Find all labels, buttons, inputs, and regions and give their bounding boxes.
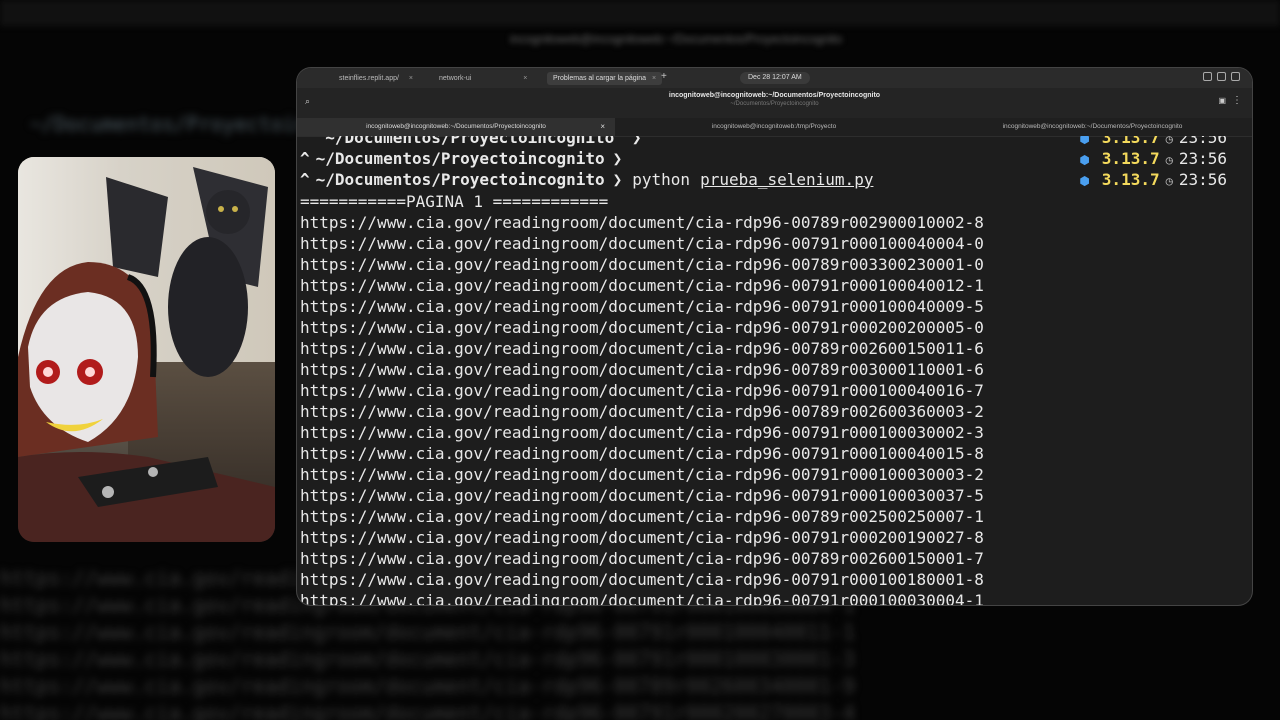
prompt-chevron-icon: ❯ [631,136,642,147]
close-icon[interactable]: × [600,118,605,136]
prompt-line: ^ ~/Documentos/Proyectoincognito ❯ python pr… [300,170,873,190]
terminal-output[interactable]: ^ ~/Documentos/Proyectoincognito ❯ ⬢ 3.13… [297,136,1252,605]
output-url-line[interactable]: https://www.cia.gov/readingroom/document… [300,275,984,296]
terminal-titlebar: ⌕ incognitoweb@incognitoweb:~/Documentos… [297,88,1252,118]
window-subtitle: ~/Documentos/Proyectoincognito [730,101,819,107]
output-url-line[interactable]: https://www.cia.gov/readingroom/document… [300,506,984,527]
output-header: ===========PAGINA 1 ============ [300,192,609,211]
prompt-status: ⬢ 3.13.7 ◷ 23:56 [1079,170,1227,190]
maximize-icon[interactable] [1217,72,1226,81]
system-clock[interactable]: Dec 28 12:07 AM [740,72,810,84]
terminal-tab-label: incognitoweb@incognitoweb:~/Documentos/P… [366,123,546,130]
python-version: 3.13.7 [1101,149,1160,168]
output-url-line[interactable]: https://www.cia.gov/readingroom/document… [300,443,984,464]
output-url-line[interactable]: https://www.cia.gov/readingroom/document… [300,296,984,317]
prompt-arrow-icon: ^ [300,136,310,147]
command-text: python [632,170,691,189]
split-view-icon[interactable]: ▣ [1218,96,1226,105]
prompt-path: ~/Documentos/Proyectoincognito [325,136,615,147]
prompt-status-partial: ⬢ 3.13.7 ◷ 23:56 [1079,136,1227,148]
output-url-line[interactable]: https://www.cia.gov/readingroom/document… [300,317,984,338]
output-url-line[interactable]: https://www.cia.gov/readingroom/document… [300,254,984,275]
clock-icon: ◷ [1165,136,1173,146]
prompt-time: 23:56 [1178,149,1227,168]
output-url-line[interactable]: https://www.cia.gov/readingroom/document… [300,338,984,359]
python-icon: ⬢ [1079,174,1090,188]
python-version: 3.13.7 [1101,170,1160,189]
terminal-tab-label: incognitoweb@incognitoweb:~/Documentos/P… [1002,123,1183,130]
output-url-line[interactable]: https://www.cia.gov/readingroom/document… [300,590,984,605]
browser-tab-label: Problemas al cargar la página [553,75,646,82]
python-version: 3.13.7 [1101,136,1160,147]
background-output-line: https://www.cia.gov/readingroom/document… [0,620,855,644]
window-title: incognitoweb@incognitoweb:~/Documentos/P… [668,92,881,99]
new-tab-button[interactable]: + [661,71,667,82]
python-icon: ⬢ [1079,136,1090,146]
browser-tab-label: network-ui [439,75,472,82]
output-url-line[interactable]: https://www.cia.gov/readingroom/document… [300,548,984,569]
terminal-tab-bar: incognitoweb@incognitoweb:~/Documentos/P… [297,118,1252,137]
minimize-icon[interactable] [1203,72,1212,81]
clock-icon: ◷ [1165,153,1173,167]
prompt-time: 23:56 [1178,136,1227,147]
terminal-window: steinflies.replit.app/ × network-ui × Pr… [297,68,1252,605]
hamburger-menu-icon[interactable]: ⋮ [1232,95,1242,106]
output-url-line[interactable]: https://www.cia.gov/readingroom/document… [300,422,984,443]
prompt-time: 23:56 [1178,170,1227,189]
browser-tab-problemas[interactable]: Problemas al cargar la página × [547,72,663,85]
webcam-overlay [18,157,275,542]
background-title: incognitoweb@incognitoweb:~/Documentos/P… [510,32,843,46]
webcam-scene [18,167,275,542]
prompt-arrow-icon: ^ [300,149,310,168]
browser-tab-label: steinflies.replit.app/ [339,75,399,82]
terminal-tab-label: incognitoweb@incognitoweb:/tmp/Proyecto [711,123,837,130]
output-url-line[interactable]: https://www.cia.gov/readingroom/document… [300,380,984,401]
prompt-line-partial: ^ ~/Documentos/Proyectoincognito ❯ [300,136,642,148]
output-url-line[interactable]: https://www.cia.gov/readingroom/document… [300,401,984,422]
python-icon: ⬢ [1079,153,1090,167]
browser-tab-strip: steinflies.replit.app/ × network-ui × Pr… [297,68,1252,88]
terminal-tab-2[interactable]: incognitoweb@incognitoweb:/tmp/Proyecto [615,118,933,136]
close-window-icon[interactable] [1231,72,1240,81]
close-icon[interactable]: × [409,75,413,82]
browser-tab-network-ui[interactable]: network-ui × [433,72,533,85]
clock-icon: ◷ [1165,174,1173,188]
command-argument: prueba_selenium.py [700,170,874,189]
browser-tab-replit[interactable]: steinflies.replit.app/ × [333,72,419,85]
close-icon[interactable]: × [652,75,656,82]
close-icon[interactable]: × [523,75,527,82]
terminal-tab-3[interactable]: incognitoweb@incognitoweb:~/Documentos/P… [933,118,1252,136]
prompt-status: ⬢ 3.13.7 ◷ 23:56 [1079,149,1227,169]
prompt-path: ~/Documentos/Proyectoincognito [315,170,605,189]
background-output-line: https://www.cia.gov/readingroom/document… [0,701,855,720]
output-url-line[interactable]: https://www.cia.gov/readingroom/document… [300,212,984,233]
output-url-line[interactable]: https://www.cia.gov/readingroom/document… [300,527,984,548]
prompt-path: ~/Documentos/Proyectoincognito [315,149,605,168]
prompt-arrow-icon: ^ [300,170,310,189]
prompt-line: ^ ~/Documentos/Proyectoincognito ❯ [300,149,622,169]
background-topbar [0,0,1280,26]
prompt-chevron-icon: ❯ [612,170,623,189]
output-url-line[interactable]: https://www.cia.gov/readingroom/document… [300,485,984,506]
background-output-line: https://www.cia.gov/readingroom/document… [0,647,855,671]
background-output-line: https://www.cia.gov/readingroom/document… [0,674,855,698]
output-url-line[interactable]: https://www.cia.gov/readingroom/document… [300,569,984,590]
terminal-tab-1[interactable]: incognitoweb@incognitoweb:~/Documentos/P… [297,118,615,136]
output-url-line[interactable]: https://www.cia.gov/readingroom/document… [300,464,984,485]
prompt-chevron-icon: ❯ [612,149,623,168]
output-url-line[interactable]: https://www.cia.gov/readingroom/document… [300,359,984,380]
output-url-line[interactable]: https://www.cia.gov/readingroom/document… [300,233,984,254]
